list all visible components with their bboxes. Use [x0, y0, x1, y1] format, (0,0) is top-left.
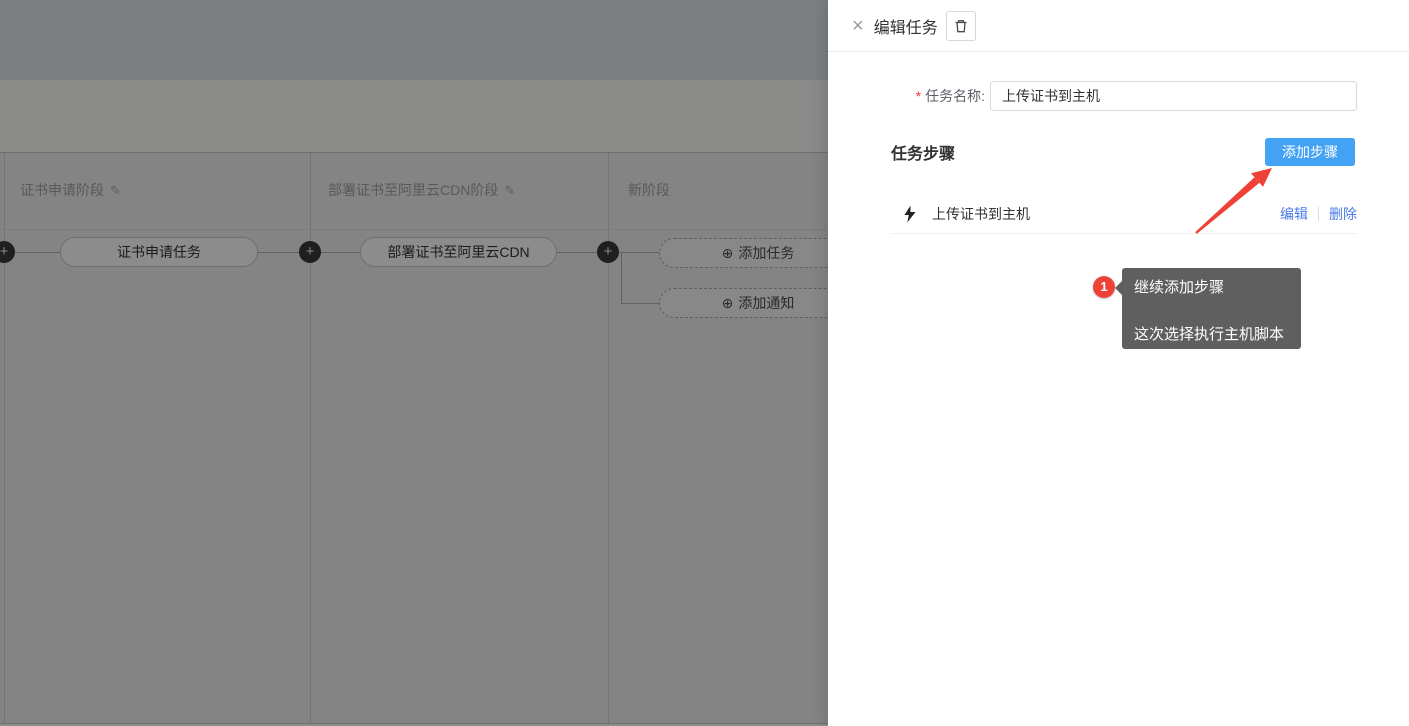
task-name-input[interactable]	[990, 81, 1357, 111]
task-steps-header: 任务步骤 添加步骤	[828, 138, 1409, 166]
required-mark: *	[916, 88, 921, 104]
trash-icon	[953, 18, 969, 34]
tooltip-line-1: 继续添加步骤	[1134, 279, 1289, 296]
task-name-label: *任务名称:	[890, 86, 985, 106]
task-name-form-row: *任务名称:	[828, 81, 1409, 111]
task-name-label-text: 任务名称:	[925, 88, 985, 104]
drawer-mask-overlay[interactable]	[0, 0, 828, 726]
add-step-button[interactable]: 添加步骤	[1265, 138, 1355, 166]
tooltip-line-2: 这次选择执行主机脚本	[1134, 326, 1289, 343]
pipeline-editor: 证书申请阶段✎ 部署证书至阿里云CDN阶段✎ 新阶段 证书申请任务 部署证书至阿…	[0, 0, 828, 726]
delete-task-button[interactable]	[946, 11, 976, 41]
step-row: 上传证书到主机 编辑 删除	[890, 194, 1357, 234]
delete-step-link[interactable]: 删除	[1329, 204, 1357, 224]
edit-task-drawer: × 编辑任务 *任务名称: 任务步骤 添加步骤 上传证书到主机 编辑	[828, 0, 1409, 726]
edit-step-link[interactable]: 编辑	[1280, 204, 1308, 224]
page: 证书申请阶段✎ 部署证书至阿里云CDN阶段✎ 新阶段 证书申请任务 部署证书至阿…	[0, 0, 1409, 726]
step-title: 上传证书到主机	[932, 204, 1030, 224]
link-divider	[1318, 207, 1319, 221]
task-steps-heading: 任务步骤	[891, 140, 955, 164]
drawer-header: × 编辑任务	[828, 0, 1409, 52]
lightning-icon	[903, 205, 917, 223]
annotation-tooltip: 继续添加步骤 这次选择执行主机脚本	[1122, 268, 1301, 349]
drawer-title: 编辑任务	[874, 14, 938, 38]
close-icon[interactable]: ×	[852, 16, 864, 36]
step-badge-1: 1	[1093, 276, 1115, 298]
step-actions: 编辑 删除	[1280, 204, 1357, 224]
